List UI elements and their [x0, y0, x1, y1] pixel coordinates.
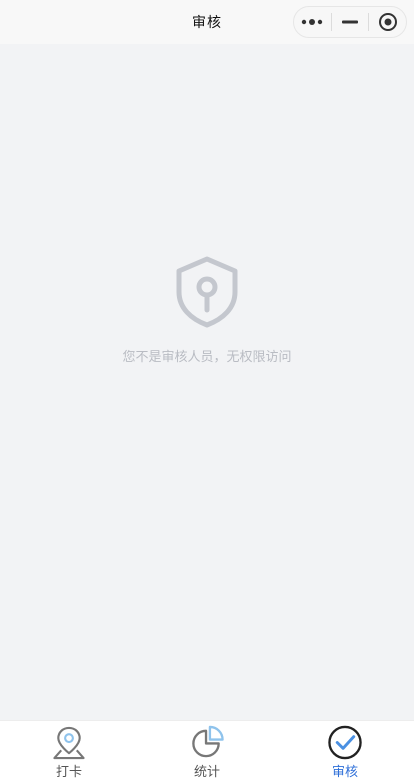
pie-chart-icon	[192, 725, 224, 758]
main-content: 您不是审核人员，无权限访问	[0, 44, 414, 720]
check-circle-icon	[328, 725, 362, 760]
more-button[interactable]	[294, 7, 331, 37]
location-pin-icon	[53, 726, 85, 760]
tab-bar: 打卡 统计 审核	[0, 720, 414, 780]
navigation-bar: 审核	[0, 0, 414, 44]
tab-label: 审核	[331, 765, 358, 780]
tab-checkin[interactable]: 打卡	[0, 721, 138, 780]
mini-program-capsule	[293, 6, 407, 38]
more-dots-icon	[302, 19, 323, 25]
target-circle-icon	[378, 13, 397, 31]
page-title: 审核	[192, 15, 222, 31]
empty-state: 您不是审核人员，无权限访问	[0, 256, 414, 365]
tab-review[interactable]: 审核	[276, 721, 414, 780]
minimize-button[interactable]	[332, 7, 369, 37]
tab-statistics[interactable]: 统计	[138, 721, 276, 780]
minus-icon	[342, 20, 358, 24]
tab-label: 统计	[193, 765, 220, 780]
empty-message: 您不是审核人员，无权限访问	[122, 350, 292, 365]
tab-label: 打卡	[55, 765, 82, 780]
shield-lock-icon	[176, 256, 238, 328]
close-miniprogram-button[interactable]	[369, 7, 406, 37]
